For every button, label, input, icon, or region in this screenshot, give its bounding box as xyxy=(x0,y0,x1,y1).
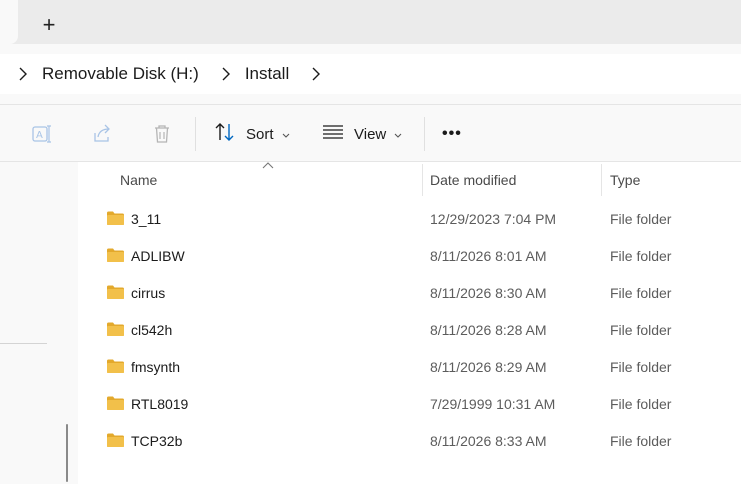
chevron-right-icon[interactable] xyxy=(14,65,32,83)
file-date-modified: 8/11/2026 8:01 AM xyxy=(430,247,547,264)
chevron-down-icon xyxy=(282,126,290,143)
sort-button[interactable]: Sort xyxy=(214,117,290,151)
more-icon: ••• xyxy=(442,125,462,142)
folder-icon xyxy=(106,284,125,300)
chevron-right-icon[interactable] xyxy=(217,65,235,83)
folder-icon xyxy=(106,210,125,226)
nav-divider xyxy=(0,343,47,344)
svg-text:A: A xyxy=(36,130,43,141)
chevron-down-icon xyxy=(394,126,402,143)
file-name: TCP32b xyxy=(131,432,183,449)
file-row[interactable]: 3_11 12/29/2023 7:04 PM File folder xyxy=(78,200,741,237)
file-type: File folder xyxy=(610,321,672,338)
new-tab-button[interactable]: + xyxy=(36,12,62,38)
file-row[interactable]: fmsynth 8/11/2026 8:29 AM File folder xyxy=(78,348,741,385)
file-name: fmsynth xyxy=(131,358,181,375)
file-type: File folder xyxy=(610,284,672,301)
address-bar: Removable Disk (H:) Install xyxy=(0,44,741,104)
file-date-modified: 7/29/1999 10:31 AM xyxy=(430,395,556,412)
sort-label: Sort xyxy=(246,125,274,143)
folder-icon xyxy=(106,395,125,411)
chevron-right-icon[interactable] xyxy=(307,65,325,83)
share-icon[interactable] xyxy=(90,122,114,146)
breadcrumb-item-install[interactable]: Install xyxy=(245,64,289,84)
file-row[interactable]: TCP32b 8/11/2026 8:33 AM File folder xyxy=(78,422,741,459)
file-date-modified: 8/11/2026 8:30 AM xyxy=(430,284,547,301)
column-headers: Name Date modified Type xyxy=(78,162,741,198)
file-row[interactable]: cl542h 8/11/2026 8:28 AM File folder xyxy=(78,311,741,348)
see-more-button[interactable]: ••• xyxy=(442,117,462,151)
file-name: ADLIBW xyxy=(131,247,185,264)
file-type: File folder xyxy=(610,247,672,264)
column-header-name[interactable]: Name xyxy=(120,162,157,198)
file-row[interactable]: RTL8019 7/29/1999 10:31 AM File folder xyxy=(78,385,741,422)
folder-icon xyxy=(106,432,125,448)
navigation-pane xyxy=(0,162,78,484)
column-header-type[interactable]: Type xyxy=(610,162,640,198)
file-row[interactable]: ADLIBW 8/11/2026 8:01 AM File folder xyxy=(78,237,741,274)
column-separator[interactable] xyxy=(422,164,423,196)
folder-icon xyxy=(106,321,125,337)
file-name: RTL8019 xyxy=(131,395,189,412)
file-name: cl542h xyxy=(131,321,173,338)
file-type: File folder xyxy=(610,395,672,412)
folder-icon xyxy=(106,247,125,263)
rename-icon[interactable]: A xyxy=(30,122,54,146)
view-label: View xyxy=(354,125,387,143)
command-bar: A Sort View ••• xyxy=(0,104,741,162)
file-list: Name Date modified Type 3_11 12/29/2023 7… xyxy=(78,162,741,484)
active-tab-edge[interactable] xyxy=(0,0,18,44)
breadcrumb[interactable]: Removable Disk (H:) Install xyxy=(0,54,741,94)
view-icon xyxy=(322,124,344,144)
file-date-modified: 12/29/2023 7:04 PM xyxy=(430,210,557,227)
separator xyxy=(424,117,425,151)
file-date-modified: 8/11/2026 8:29 AM xyxy=(430,358,547,375)
sort-icon xyxy=(214,122,236,146)
tab-strip: + xyxy=(0,0,741,44)
column-separator[interactable] xyxy=(601,164,602,196)
file-row[interactable]: cirrus 8/11/2026 8:30 AM File folder xyxy=(78,274,741,311)
file-type: File folder xyxy=(610,432,672,449)
view-button[interactable]: View xyxy=(322,117,402,151)
file-name: 3_11 xyxy=(131,210,162,227)
file-type: File folder xyxy=(610,358,672,375)
breadcrumb-item-removable-disk[interactable]: Removable Disk (H:) xyxy=(42,64,199,84)
file-date-modified: 8/11/2026 8:33 AM xyxy=(430,432,547,449)
file-name: cirrus xyxy=(131,284,166,301)
folder-icon xyxy=(106,358,125,374)
delete-icon[interactable] xyxy=(150,122,174,146)
nav-scrollbar[interactable] xyxy=(66,424,68,482)
sort-ascending-icon xyxy=(262,162,274,169)
separator xyxy=(195,117,196,151)
file-date-modified: 8/11/2026 8:28 AM xyxy=(430,321,547,338)
column-header-date-modified[interactable]: Date modified xyxy=(430,162,516,198)
file-type: File folder xyxy=(610,210,672,227)
